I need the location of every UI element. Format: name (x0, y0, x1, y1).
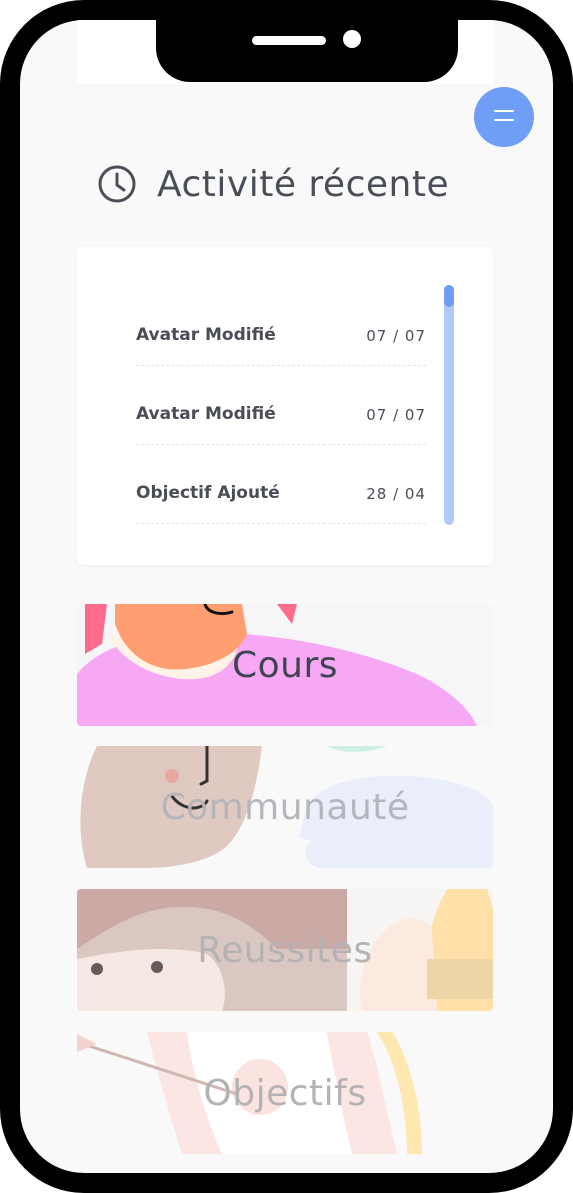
clock-icon (98, 165, 136, 203)
tile-label: Objectifs (203, 1072, 367, 1114)
menu-icon-line (494, 119, 514, 121)
tile-reussites[interactable]: Reussites (77, 889, 493, 1011)
speaker-icon (252, 36, 326, 45)
phone-frame: Activité récente Avatar Modifié 07 / 07 … (0, 0, 573, 1193)
tile-communaute[interactable]: Communauté (77, 746, 493, 868)
activity-date: 28 / 04 (366, 485, 426, 503)
tile-objectifs[interactable]: Objectifs (77, 1032, 493, 1154)
section-heading: Activité récente (97, 162, 449, 206)
menu-button[interactable] (474, 87, 534, 147)
app-screen: Activité récente Avatar Modifié 07 / 07 … (20, 20, 553, 1173)
tile-label: Reussites (197, 929, 373, 971)
tile-label: Communauté (160, 786, 410, 828)
list-item[interactable]: Avatar Modifié 07 / 07 (136, 366, 426, 445)
list-item[interactable]: Avatar Modifié 07 / 07 (136, 287, 426, 366)
scrollbar[interactable] (444, 285, 454, 525)
recent-activity-list: Avatar Modifié 07 / 07 Avatar Modifié 07… (77, 247, 493, 565)
camera-icon (343, 30, 361, 48)
page-title: Activité récente (157, 163, 450, 205)
tile-label: Cours (231, 644, 339, 686)
phone-notch (156, 20, 458, 82)
scrollbar-thumb[interactable] (444, 285, 454, 307)
activity-label: Avatar Modifié (136, 404, 276, 424)
activity-label: Objectif Ajouté (136, 483, 280, 503)
activity-label: Avatar Modifié (136, 325, 276, 345)
tile-cours[interactable]: Cours (77, 604, 493, 726)
activity-date: 07 / 07 (366, 327, 426, 345)
activity-date: 07 / 07 (366, 406, 426, 424)
list-item[interactable]: Objectif Ajouté 28 / 04 (136, 445, 426, 524)
menu-icon (494, 110, 514, 112)
